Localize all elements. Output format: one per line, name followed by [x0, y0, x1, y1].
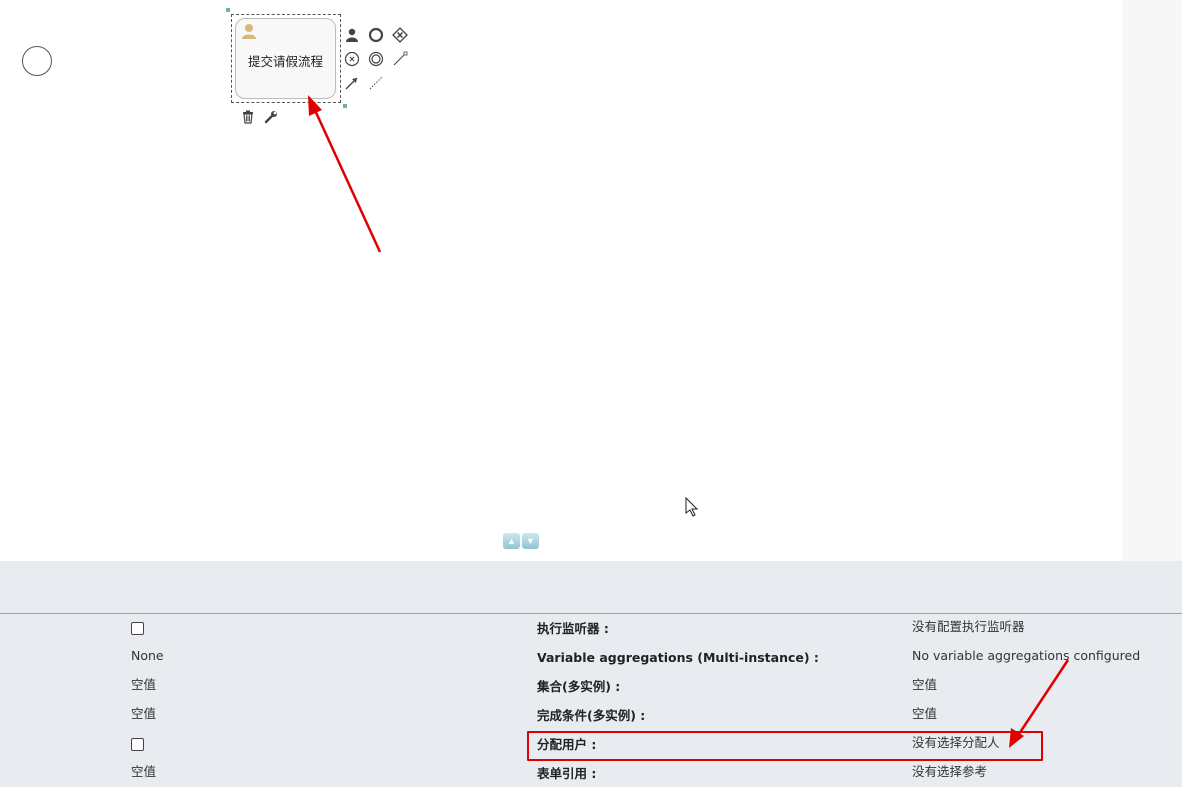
- property-checkbox[interactable]: [131, 738, 144, 751]
- task-label: 提交请假流程: [247, 54, 323, 69]
- canvas-scroll-gutter: [1122, 0, 1182, 561]
- user-task-icon[interactable]: [343, 26, 361, 44]
- property-label: 完成条件(多实例) :: [537, 708, 646, 723]
- property-checkbox[interactable]: [131, 622, 144, 635]
- property-value[interactable]: 没有配置执行监听器: [912, 616, 1025, 638]
- association-icon[interactable]: [391, 50, 409, 68]
- zoom-in-icon[interactable]: ▲: [503, 533, 520, 549]
- zoom-controls: ▲ ▼: [503, 533, 541, 549]
- selection-handle[interactable]: [226, 8, 230, 12]
- context-palette: [343, 26, 411, 96]
- property-value[interactable]: 没有选择参考: [912, 761, 987, 783]
- selection-handle[interactable]: [343, 104, 347, 108]
- end-event-icon[interactable]: [367, 26, 385, 44]
- user-task[interactable]: 提交请假流程: [235, 18, 336, 99]
- bpmn-canvas[interactable]: 提交请假流程 ▲ ▼: [0, 0, 1122, 561]
- sequence-flow-icon[interactable]: [343, 74, 361, 92]
- intermediate-event-icon[interactable]: [343, 50, 361, 68]
- gateway-icon[interactable]: [391, 26, 409, 44]
- property-label: 表单引用 :: [537, 766, 597, 781]
- property-value[interactable]: 空值: [131, 674, 156, 696]
- property-value[interactable]: 空值: [131, 761, 156, 783]
- zoom-out-icon[interactable]: ▼: [522, 533, 539, 549]
- property-value[interactable]: 空值: [131, 703, 156, 725]
- annotation-highlight-box: [527, 731, 1043, 761]
- delete-icon[interactable]: [239, 108, 257, 126]
- start-event[interactable]: [22, 46, 52, 76]
- user-icon: [242, 24, 256, 39]
- wrench-icon[interactable]: [262, 108, 280, 126]
- property-value[interactable]: None: [131, 645, 164, 667]
- dotted-association-icon[interactable]: [367, 74, 385, 92]
- task-tools: [239, 108, 283, 126]
- property-label: Variable aggregations (Multi-instance) :: [537, 650, 819, 665]
- property-value[interactable]: No variable aggregations configured: [912, 645, 1140, 667]
- boundary-event-icon[interactable]: [367, 50, 385, 68]
- property-label: 集合(多实例) :: [537, 679, 621, 694]
- panel-divider: [0, 613, 1182, 614]
- property-value[interactable]: 空值: [912, 703, 937, 725]
- property-label: 执行监听器 :: [537, 621, 609, 636]
- property-value[interactable]: 空值: [912, 674, 937, 696]
